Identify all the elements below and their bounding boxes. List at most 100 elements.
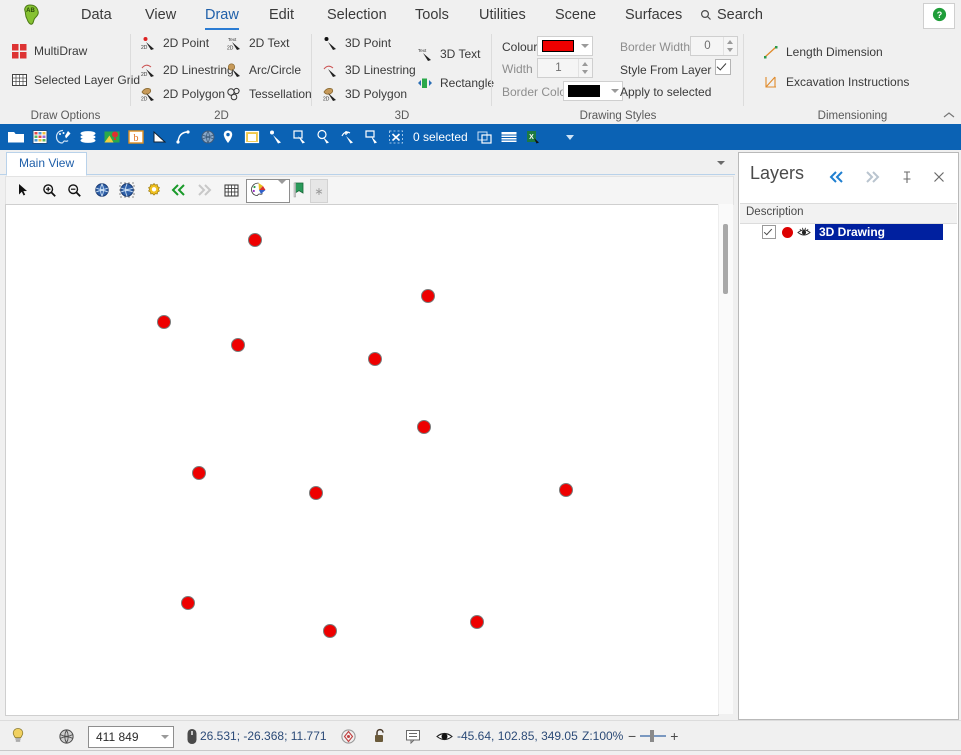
triangle-measure-icon[interactable] bbox=[149, 126, 171, 148]
tab-edit[interactable]: Edit bbox=[262, 3, 301, 27]
chevron-up-icon[interactable] bbox=[943, 110, 955, 122]
rewind-icon[interactable] bbox=[168, 179, 190, 201]
bookmark-flag-icon[interactable] bbox=[288, 179, 310, 201]
canvas-point[interactable] bbox=[157, 315, 171, 329]
arc-circle-button[interactable]: Arc/Circle bbox=[225, 61, 301, 79]
tab-data[interactable]: Data bbox=[74, 3, 119, 27]
tab-utilities[interactable]: Utilities bbox=[472, 3, 533, 27]
settings-gear-icon[interactable] bbox=[143, 179, 165, 201]
scrollbar-thumb[interactable] bbox=[723, 224, 728, 294]
drawing-canvas[interactable]: x y z 10km bbox=[5, 204, 719, 716]
copy-selection-icon[interactable] bbox=[474, 126, 496, 148]
3d-polygon-button[interactable]: 2D 3D Polygon bbox=[321, 85, 408, 103]
3d-text-button[interactable]: Text 3D Text bbox=[416, 45, 481, 63]
apply-to-selected-button[interactable]: Apply to selected bbox=[620, 85, 711, 99]
zoom-in-icon[interactable] bbox=[38, 179, 60, 201]
tab-draw[interactable]: Draw bbox=[198, 3, 246, 30]
2d-linestring-button[interactable]: 2D 2D Linestring bbox=[139, 61, 234, 79]
pin-icon[interactable] bbox=[897, 167, 917, 187]
2d-point-button[interactable]: 2D 2D Point bbox=[139, 34, 210, 52]
message-icon[interactable] bbox=[403, 726, 423, 746]
rectangle-button[interactable]: Rectangle bbox=[416, 74, 494, 92]
zoom-slider[interactable]: − + bbox=[624, 728, 682, 744]
clear-selection-icon[interactable] bbox=[385, 126, 407, 148]
2d-text-button[interactable]: Text 2D 2D Text bbox=[225, 34, 290, 52]
border-width-stepper[interactable]: 0 bbox=[690, 36, 738, 56]
zoom-out-icon[interactable] bbox=[63, 179, 85, 201]
canvas-point[interactable] bbox=[248, 233, 262, 247]
location-pin-icon[interactable] bbox=[217, 126, 239, 148]
canvas-point[interactable] bbox=[368, 352, 382, 366]
layer-name[interactable]: 3D Drawing bbox=[815, 224, 944, 240]
select-box-icon[interactable] bbox=[361, 126, 383, 148]
canvas-point[interactable] bbox=[192, 466, 206, 480]
plus-icon[interactable]: + bbox=[670, 728, 678, 744]
3d-point-button[interactable]: 3D Point bbox=[321, 34, 391, 52]
colour-palette-combo[interactable] bbox=[246, 179, 290, 203]
collapse-left-icon[interactable] bbox=[827, 167, 847, 187]
zoom-track[interactable] bbox=[640, 730, 667, 742]
pointer-icon[interactable] bbox=[12, 179, 34, 201]
select-circle-icon[interactable] bbox=[313, 126, 335, 148]
tab-surfaces[interactable]: Surfaces bbox=[618, 3, 689, 27]
canvas-point[interactable] bbox=[323, 624, 337, 638]
tab-selection[interactable]: Selection bbox=[320, 3, 394, 27]
lightbulb-icon[interactable] bbox=[8, 726, 28, 746]
map-pin-image-icon[interactable] bbox=[101, 126, 123, 148]
star-icon[interactable]: ∗ bbox=[310, 179, 328, 203]
annotation-icon[interactable] bbox=[241, 126, 263, 148]
table-icon[interactable] bbox=[498, 126, 520, 148]
canvas-point[interactable] bbox=[417, 420, 431, 434]
canvas-point[interactable] bbox=[470, 615, 484, 629]
canvas-point[interactable] bbox=[231, 338, 245, 352]
snap-target-icon[interactable] bbox=[338, 726, 358, 746]
close-icon[interactable] bbox=[929, 167, 949, 187]
eye-icon[interactable] bbox=[797, 225, 811, 239]
view-tab-main[interactable]: Main View bbox=[6, 152, 88, 176]
help-button[interactable]: ? bbox=[923, 3, 955, 29]
multidraw-button[interactable]: MultiDraw bbox=[10, 42, 87, 60]
canvas-point[interactable] bbox=[309, 486, 323, 500]
tessellation-button[interactable]: Tessellation bbox=[225, 85, 312, 103]
length-dimension-button[interactable]: Length Dimension bbox=[762, 43, 883, 61]
tab-scene[interactable]: Scene bbox=[548, 3, 603, 27]
ribbon-search[interactable]: Search bbox=[700, 3, 763, 27]
view-tab-menu-button[interactable] bbox=[715, 156, 727, 170]
select-rect-icon[interactable] bbox=[289, 126, 311, 148]
stepper-arrows[interactable] bbox=[723, 37, 737, 55]
excavation-instructions-button[interactable]: Excavation Instructions bbox=[762, 73, 909, 91]
spreadsheet-icon[interactable] bbox=[29, 126, 51, 148]
eye-icon[interactable] bbox=[434, 726, 454, 746]
3d-linestring-button[interactable]: 3D Linestring bbox=[321, 61, 416, 79]
canvas-point[interactable] bbox=[559, 483, 573, 497]
curve-icon[interactable] bbox=[173, 126, 195, 148]
minus-icon[interactable]: − bbox=[628, 728, 636, 744]
layer-visibility-checkbox[interactable] bbox=[762, 225, 776, 239]
grid-toggle-icon[interactable] bbox=[220, 179, 242, 201]
select-point-icon[interactable] bbox=[265, 126, 287, 148]
expand-right-icon[interactable] bbox=[862, 167, 882, 187]
toolbar-overflow-button[interactable] bbox=[559, 126, 581, 148]
style-from-layer-checkbox[interactable] bbox=[715, 59, 731, 75]
scale-combo[interactable]: 411 849 bbox=[88, 726, 174, 748]
canvas-vertical-scrollbar[interactable] bbox=[718, 204, 733, 714]
globe-icon[interactable] bbox=[56, 726, 76, 746]
africa-ab-logo-icon[interactable]: AB bbox=[18, 3, 46, 27]
border-colour-combo[interactable] bbox=[563, 81, 623, 101]
layers-stack-icon[interactable] bbox=[77, 126, 99, 148]
forward-icon[interactable] bbox=[193, 179, 215, 201]
excel-export-icon[interactable]: X bbox=[522, 126, 544, 148]
canvas-point[interactable] bbox=[181, 596, 195, 610]
palette-icon[interactable] bbox=[53, 126, 75, 148]
globe-rotate-icon[interactable] bbox=[91, 179, 113, 201]
unlock-icon[interactable] bbox=[370, 726, 390, 746]
block-model-icon[interactable]: b bbox=[125, 126, 147, 148]
globe-fit-icon[interactable] bbox=[116, 179, 138, 201]
colour-combo[interactable] bbox=[537, 36, 593, 56]
layer-colour-swatch[interactable] bbox=[782, 226, 793, 238]
width-stepper[interactable]: 1 bbox=[537, 58, 593, 78]
2d-polygon-button[interactable]: 2D 2D Polygon bbox=[139, 85, 226, 103]
tab-tools[interactable]: Tools bbox=[408, 3, 456, 27]
select-lasso-icon[interactable] bbox=[337, 126, 359, 148]
stepper-arrows[interactable] bbox=[578, 59, 592, 77]
